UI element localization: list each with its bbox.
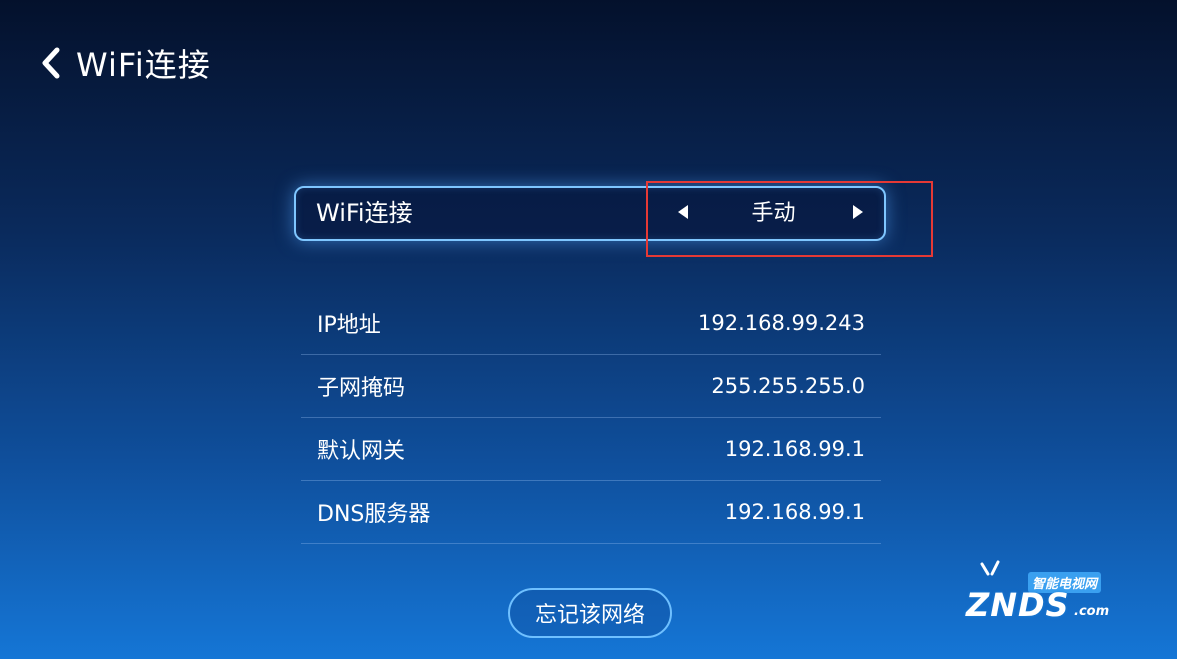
header: WiFi连接 [40, 40, 211, 86]
watermark-brand: ZNDS [966, 586, 1070, 624]
dns-server-label: DNS服务器 [317, 502, 431, 527]
subnet-mask-label: 子网掩码 [317, 376, 406, 401]
subnet-mask-row: 子网掩码 255.255.255.0 [301, 355, 881, 418]
znds-watermark-logo: 智能电视网 ZNDS .com [962, 560, 1132, 630]
ip-address-value: 192.168.99.243 [698, 311, 865, 335]
ip-address-label: IP地址 [317, 313, 381, 338]
ip-address-row: IP地址 192.168.99.243 [301, 292, 881, 355]
watermark-domain: .com [1074, 604, 1110, 619]
default-gateway-value: 192.168.99.1 [724, 437, 865, 461]
dns-server-value: 192.168.99.1 [724, 500, 865, 524]
connection-mode-label: WiFi连接 [316, 199, 413, 227]
page-title: WiFi连接 [76, 46, 211, 84]
forget-network-button[interactable]: 忘记该网络 [508, 588, 672, 638]
dns-server-row: DNS服务器 192.168.99.1 [301, 481, 881, 544]
network-info-list: IP地址 192.168.99.243 子网掩码 255.255.255.0 默… [301, 292, 881, 544]
default-gateway-label: 默认网关 [317, 439, 406, 464]
subnet-mask-value: 255.255.255.0 [711, 374, 865, 398]
default-gateway-row: 默认网关 192.168.99.1 [301, 418, 881, 481]
highlight-annotation-box [646, 181, 933, 257]
chevron-left-icon[interactable] [40, 43, 64, 83]
